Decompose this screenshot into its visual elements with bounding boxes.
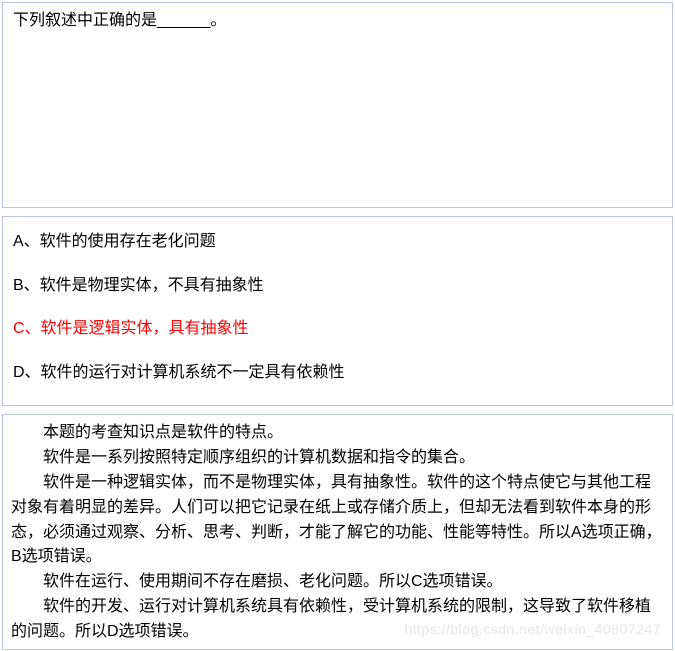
explanation-line: 软件是一种逻辑实体，而不是物理实体，具有抽象性。软件的这个特点使它与其他工程对象… (11, 471, 664, 570)
option-a[interactable]: A、软件的使用存在老化问题 (13, 229, 662, 255)
options-panel: A、软件的使用存在老化问题 B、软件是物理实体，不具有抽象性 C、软件是逻辑实体… (2, 216, 673, 406)
explanation-line: 软件在运行、使用期间不存在磨损、老化问题。所以C选项错误。 (11, 570, 664, 595)
question-panel: 下列叙述中正确的是______。 (2, 2, 673, 208)
option-b[interactable]: B、软件是物理实体，不具有抽象性 (13, 273, 662, 299)
option-c[interactable]: C、软件是逻辑实体，具有抽象性 (13, 316, 662, 342)
question-stem: 下列叙述中正确的是______。 (13, 9, 662, 33)
explanation-line: 软件的开发、运行对计算机系统具有依赖性，受计算机系统的限制，这导致了软件移植的问… (11, 595, 664, 645)
option-d[interactable]: D、软件的运行对计算机系统不一定具有依赖性 (13, 360, 662, 386)
explanation-panel: 本题的考查知识点是软件的特点。 软件是一系列按照特定顺序组织的计算机数据和指令的… (2, 414, 673, 649)
explanation-line: 软件是一系列按照特定顺序组织的计算机数据和指令的集合。 (11, 446, 664, 471)
explanation-line: 本题的考查知识点是软件的特点。 (11, 421, 664, 446)
